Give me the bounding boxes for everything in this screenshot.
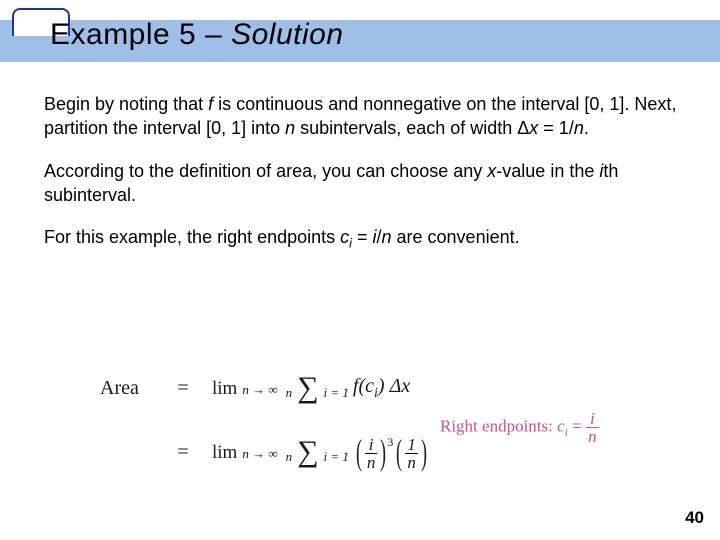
sigma-symbol-2: ∑ [297, 435, 318, 468]
frac-i-n: in [365, 436, 378, 471]
limit-2: lim n → ∞ [212, 442, 278, 462]
math-row-2: = lim n → ∞ n ∑ i = 1 (in)3(1n) [100, 420, 430, 484]
f-of: f [353, 375, 359, 397]
area-label: Area [100, 377, 154, 400]
p2-x: x [487, 161, 496, 181]
p1-t4: = 1/ [538, 118, 574, 138]
equals-2: = [154, 441, 212, 464]
lim-text: lim [212, 378, 237, 399]
lim-text-2: lim [212, 442, 237, 463]
delta-x: Δx [385, 375, 411, 397]
slide-title: Example 5 – Solution [50, 18, 344, 52]
cube-exp: 3 [387, 435, 393, 449]
paragraph-1: Begin by noting that f is continuous and… [44, 92, 684, 141]
paragraph-2: According to the definition of area, you… [44, 159, 684, 208]
lim-sub: n → ∞ [242, 382, 277, 397]
note-label: Right endpoints: [440, 416, 557, 435]
sigma-bot: i = 1 [324, 385, 349, 400]
lparen-1: ( [356, 431, 362, 473]
title-solution: Solution [231, 18, 343, 51]
p3-t4: are convenient. [392, 227, 520, 247]
p1-t3: subintervals, each of width Δ [295, 118, 529, 138]
den-n-2: n [405, 453, 418, 471]
limit-1: lim n → ∞ [212, 378, 278, 398]
sigma-top: n [286, 385, 293, 400]
p1-n: n [285, 118, 295, 138]
c: c [365, 375, 374, 397]
p3-c: c [340, 227, 349, 247]
num-i: i [365, 436, 378, 453]
p1-n2: n [574, 118, 584, 138]
sigma-1: n ∑ i = 1 [286, 373, 349, 403]
title-prefix: Example 5 – [50, 18, 231, 51]
page-number: 40 [685, 508, 704, 528]
p3-t1: For this example, the right endpoints [44, 227, 340, 247]
p1-t5: . [584, 118, 589, 138]
p2-t1: According to the definition of area, you… [44, 161, 487, 181]
paragraph-3: For this example, the right endpoints ci… [44, 225, 684, 253]
lim-sub-2: n → ∞ [242, 446, 277, 461]
right-endpoints-note: Right endpoints: c i = in [440, 410, 599, 445]
rparen-2: ) [421, 431, 427, 473]
p2-t2: -value in the [496, 161, 599, 181]
rparen-1: ) [380, 431, 386, 473]
body-text: Begin by noting that f is continuous and… [44, 92, 684, 271]
p1-x: x [529, 118, 538, 138]
lparen-2: ( [396, 431, 402, 473]
sigma-bot-2: i = 1 [324, 449, 349, 464]
summand-2: (in)3(1n) [353, 431, 430, 473]
p1-t1: Begin by noting that [44, 94, 208, 114]
sigma-2: n ∑ i = 1 [286, 437, 349, 467]
note-den: n [586, 427, 599, 445]
p3-eq: = [352, 227, 373, 247]
note-eq: = [568, 416, 586, 435]
math-row-1: Area = lim n → ∞ n ∑ i = 1 f(ci) Δx [100, 356, 430, 420]
c-sub: i [374, 386, 378, 401]
sigma-top-2: n [286, 449, 293, 464]
note-num: i [586, 410, 599, 427]
note-frac: in [586, 410, 599, 445]
den-n: n [365, 453, 378, 471]
note-c: c [557, 416, 565, 435]
summand-1: f(ci) Δx [353, 375, 410, 402]
num-1: 1 [405, 436, 418, 453]
math-block: Area = lim n → ∞ n ∑ i = 1 f(ci) Δx = li… [100, 356, 430, 484]
p3-n: n [382, 227, 392, 247]
equals-1: = [154, 377, 212, 400]
frac-1-n: 1n [405, 436, 418, 471]
sigma-symbol: ∑ [297, 371, 318, 404]
